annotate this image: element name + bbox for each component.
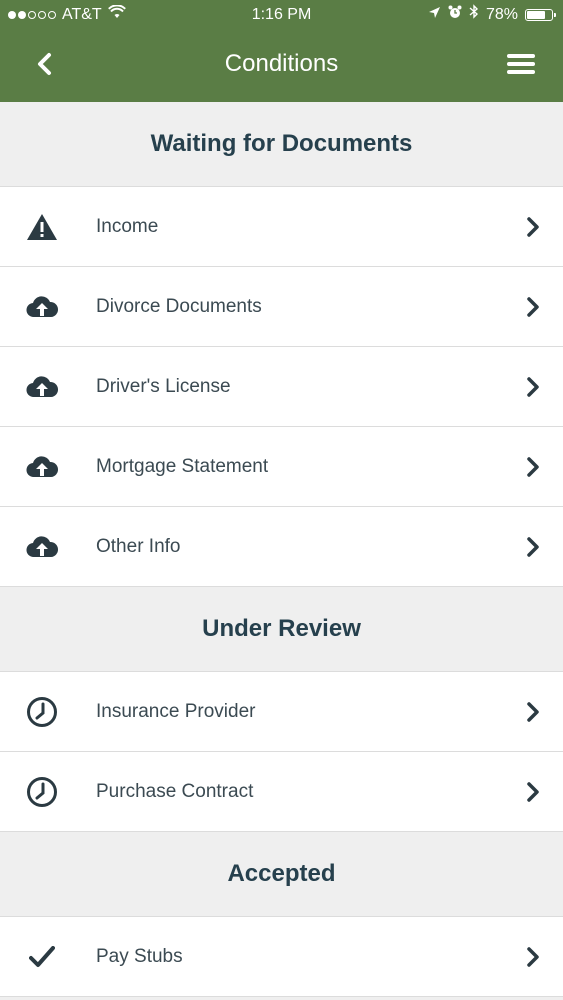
list-item-other-info[interactable]: Other Info	[0, 507, 563, 587]
section-title-accepted: Accepted	[227, 860, 336, 887]
list-item-label: Insurance Provider	[96, 700, 256, 722]
list-item-label: Mortgage Statement	[96, 455, 269, 477]
chevron-right-icon	[527, 216, 539, 237]
row-chevron	[503, 216, 563, 238]
location-arrow-icon	[428, 0, 441, 30]
list-item-driver-s-license[interactable]: Driver's License	[0, 347, 563, 427]
warning-icon	[0, 213, 84, 241]
conditions-list: Waiting for Documents Income Divorce Docum…	[0, 102, 563, 997]
row-chevron	[503, 781, 563, 803]
row-chevron	[503, 946, 563, 968]
chevron-right-icon	[527, 376, 539, 397]
list-item-pay-stubs[interactable]: Pay Stubs	[0, 917, 563, 997]
battery-percent: 78%	[485, 6, 518, 23]
cloud-upload-icon	[0, 535, 84, 559]
chevron-right-icon	[527, 701, 539, 722]
section-list-accepted: Pay Stubs	[0, 916, 563, 997]
page-title: Conditions	[224, 50, 339, 77]
chevron-right-icon	[527, 536, 539, 557]
section-list-waiting-for-documents: Income Divorce Documents Driver's License M…	[0, 186, 563, 587]
list-item-label: Other Info	[96, 535, 181, 557]
list-item-purchase-contract[interactable]: Purchase Contract	[0, 752, 563, 832]
chevron-right-icon	[527, 456, 539, 477]
app-header: AT&T 1:16 PM 78% Conditions	[0, 0, 563, 102]
list-item-label: Income	[96, 215, 159, 237]
chevron-right-icon	[527, 781, 539, 802]
list-item-insurance-provider[interactable]: Insurance Provider	[0, 672, 563, 752]
list-item-label: Divorce Documents	[96, 295, 262, 317]
bluetooth-icon	[469, 0, 479, 30]
row-chevron	[503, 536, 563, 558]
chevron-right-icon	[527, 296, 539, 317]
section-list-under-review: Insurance Provider Purchase Contract	[0, 671, 563, 832]
status-right: 78%	[428, 0, 556, 30]
row-chevron	[503, 701, 563, 723]
list-item-label: Pay Stubs	[96, 945, 183, 967]
row-chevron	[503, 296, 563, 318]
section-title-under-review: Under Review	[202, 615, 361, 642]
cloud-upload-icon	[0, 295, 84, 319]
alarm-clock-icon	[448, 0, 462, 30]
list-item-divorce-documents[interactable]: Divorce Documents	[0, 267, 563, 347]
list-item-mortgage-statement[interactable]: Mortgage Statement	[0, 427, 563, 507]
section-title-waiting-for-documents: Waiting for Documents	[150, 130, 413, 157]
checkmark-icon	[0, 945, 84, 968]
status-bar: AT&T 1:16 PM 78%	[0, 0, 563, 30]
row-chevron	[503, 456, 563, 478]
battery-icon	[525, 9, 556, 21]
chevron-right-icon	[527, 946, 539, 967]
list-item-label: Driver's License	[96, 375, 231, 397]
cloud-upload-icon	[0, 375, 84, 399]
row-chevron	[503, 376, 563, 398]
cloud-upload-icon	[0, 455, 84, 479]
clock-icon	[0, 696, 84, 728]
menu-button[interactable]	[501, 48, 541, 80]
clock-icon	[0, 776, 84, 808]
hamburger-menu-icon	[507, 54, 535, 74]
list-item-label: Purchase Contract	[96, 780, 254, 802]
list-item-income[interactable]: Income	[0, 187, 563, 267]
